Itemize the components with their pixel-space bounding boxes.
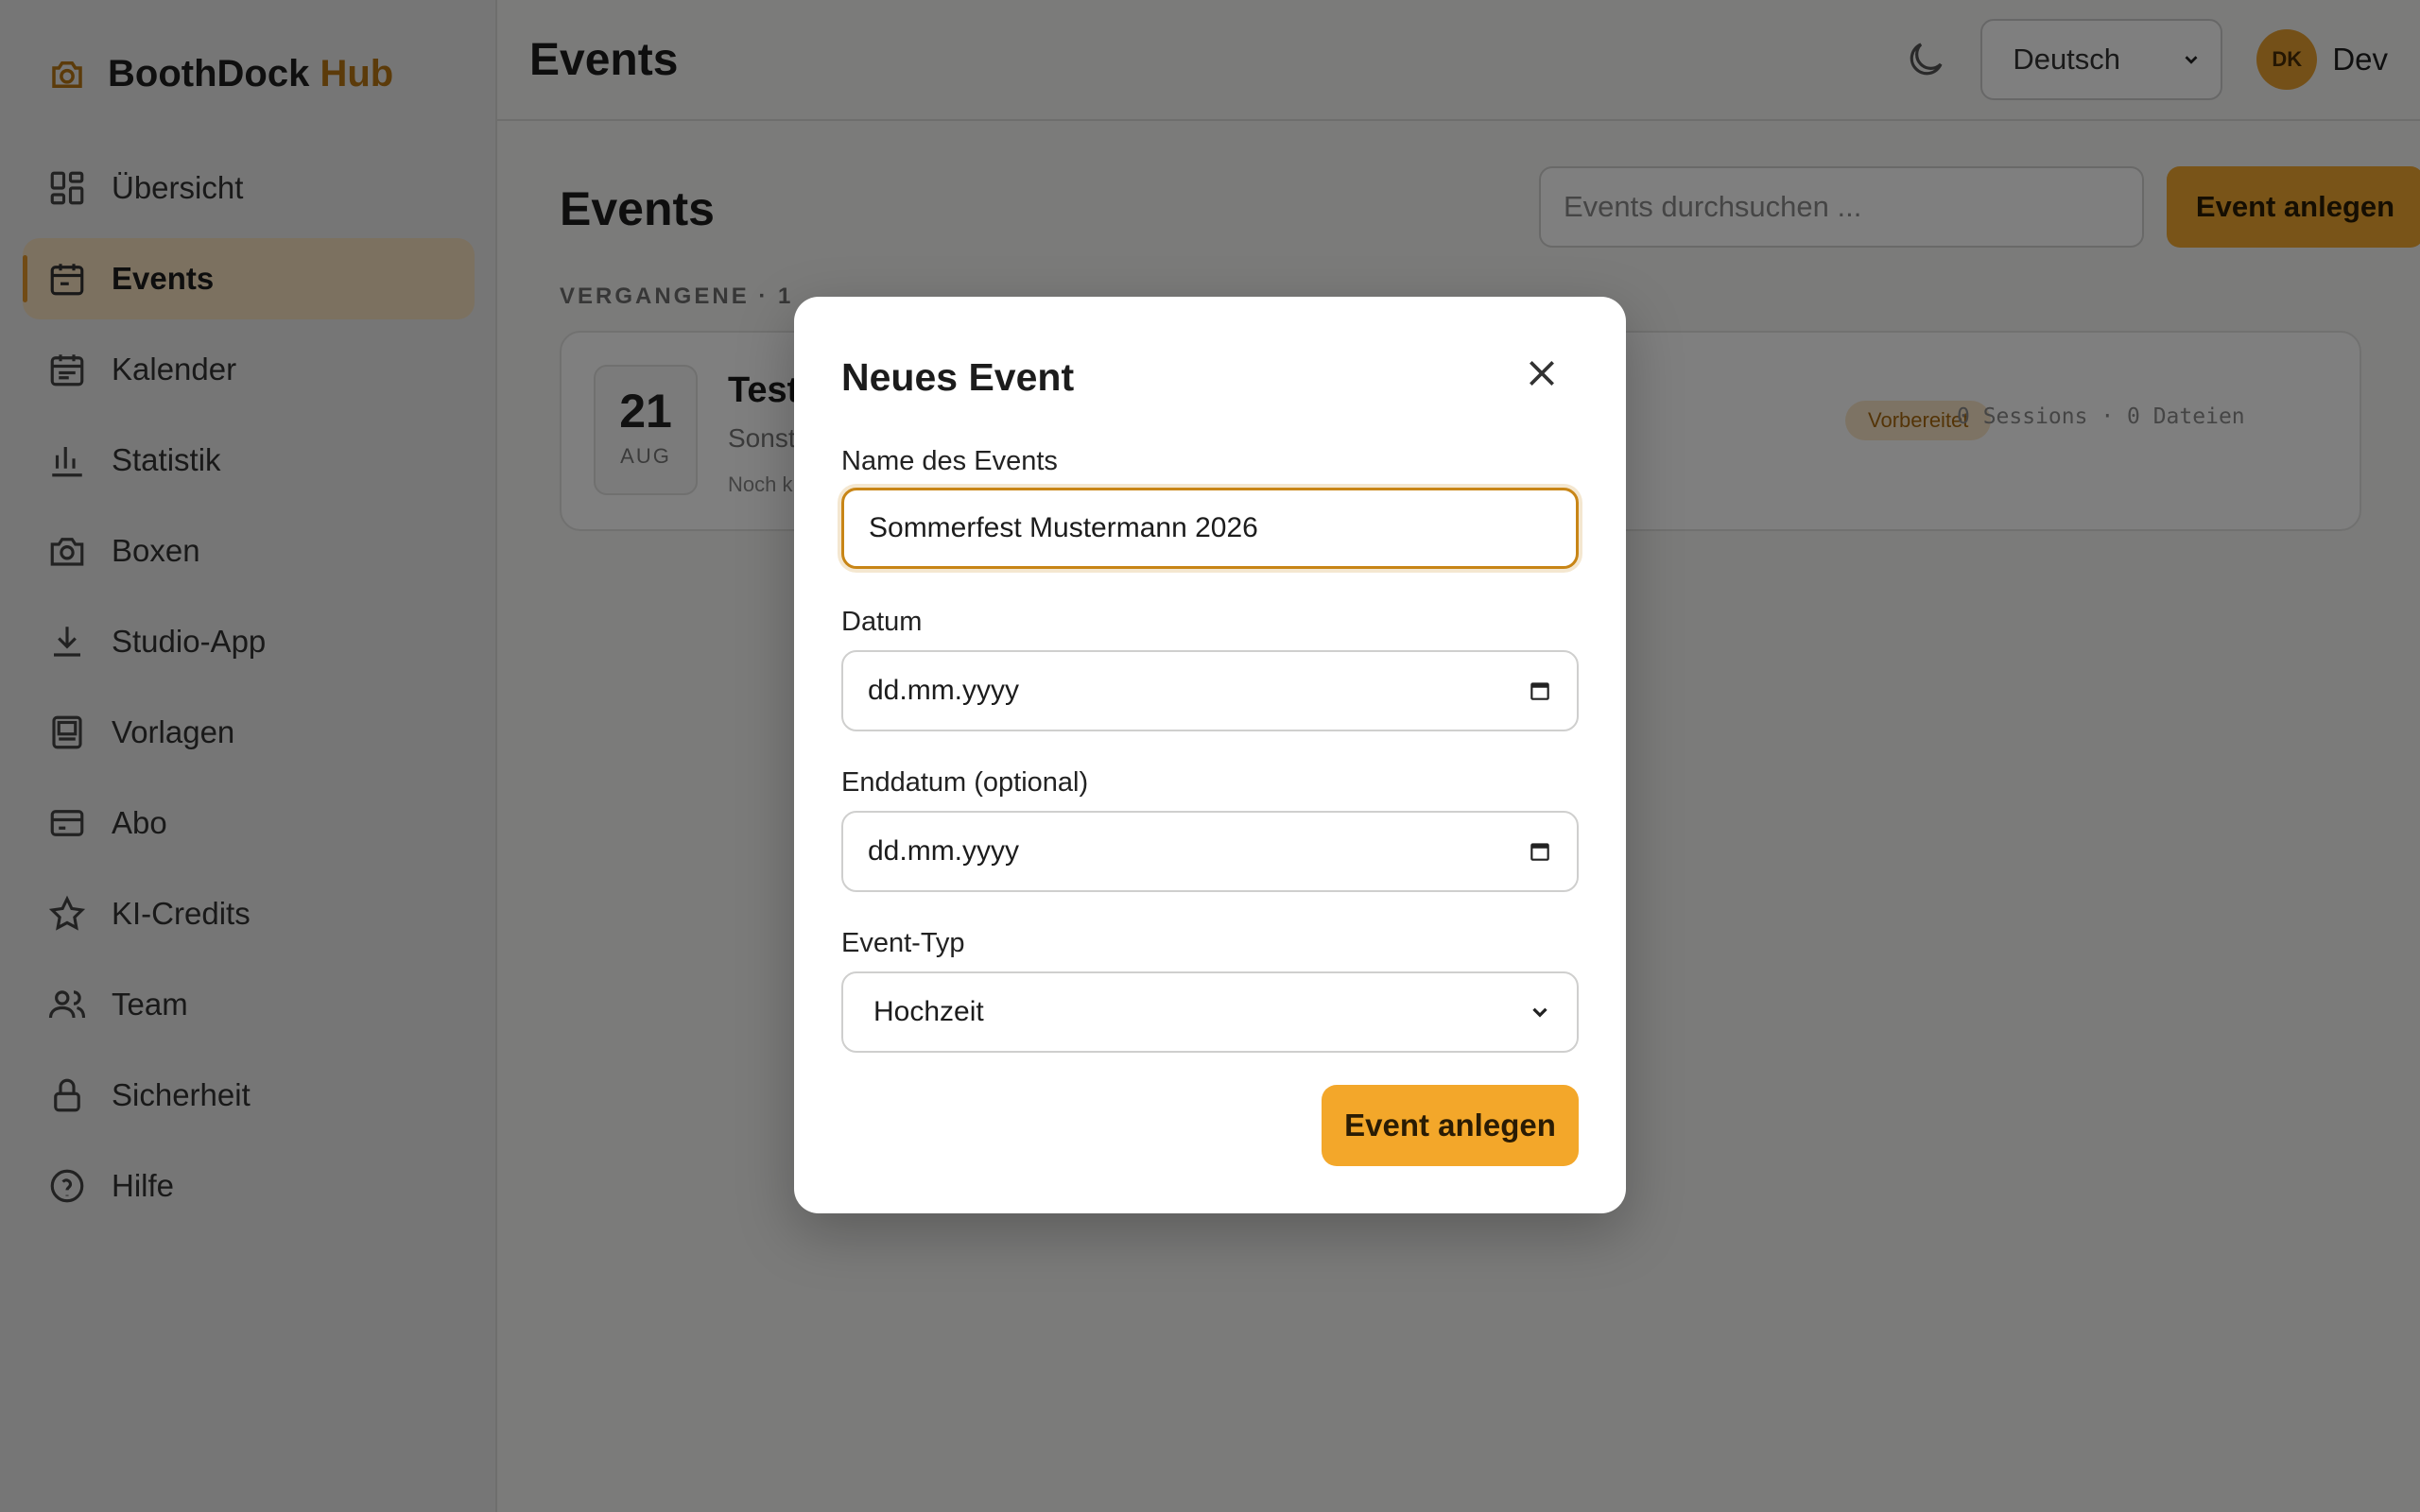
enddate-label: Enddatum (optional) bbox=[841, 767, 1089, 798]
enddate-value: dd.mm.yyyy bbox=[868, 835, 1020, 867]
close-button[interactable] bbox=[1518, 350, 1565, 397]
submit-event-button[interactable]: Event anlegen bbox=[1322, 1085, 1579, 1166]
calendar-picker-icon[interactable] bbox=[1528, 839, 1552, 864]
date-input[interactable]: dd.mm.yyyy bbox=[841, 650, 1579, 731]
close-icon bbox=[1530, 361, 1554, 386]
dialog-title: Neues Event bbox=[841, 355, 1075, 399]
chevron-down-icon bbox=[1532, 1007, 1547, 1018]
date-label: Datum bbox=[841, 607, 923, 637]
enddate-input[interactable]: dd.mm.yyyy bbox=[841, 811, 1579, 892]
calendar-picker-icon[interactable] bbox=[1528, 679, 1552, 703]
event-type-value: Hochzeit bbox=[873, 996, 984, 1027]
new-event-dialog: Neues Event Name des Events Sommerfest M… bbox=[794, 297, 1626, 1213]
event-name-label: Name des Events bbox=[841, 446, 1058, 476]
date-value: dd.mm.yyyy bbox=[868, 675, 1020, 706]
event-type-label: Event-Typ bbox=[841, 928, 965, 958]
event-name-input[interactable]: Sommerfest Mustermann 2026 bbox=[841, 488, 1579, 569]
event-type-select[interactable]: Hochzeit bbox=[841, 971, 1579, 1053]
